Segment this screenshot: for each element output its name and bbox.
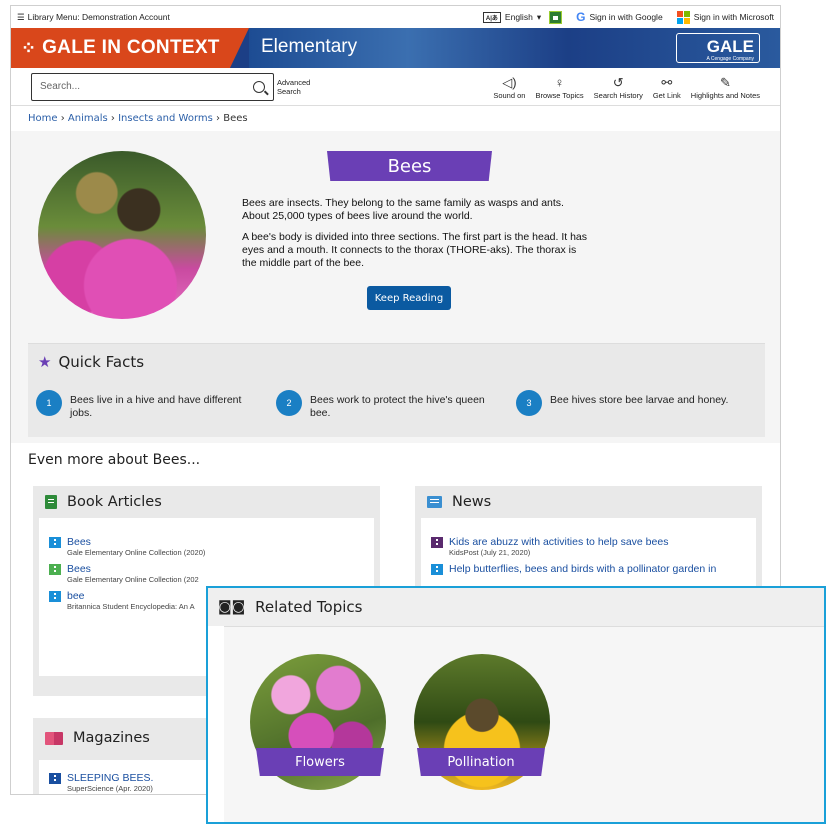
highlights-notes-button[interactable]: ✎ Highlights and Notes [691, 74, 760, 100]
news-heading: News [427, 494, 491, 510]
quick-facts-heading: ★ Quick Facts [38, 353, 145, 371]
binoculars-icon: ◙◙ [218, 599, 246, 615]
related-topics-panel: ◙◙ Related Topics Flowers Pollination [206, 586, 826, 824]
article-link[interactable]: Kids are abuzz with activities to help s… [449, 536, 668, 548]
link-icon: ⚯ [661, 74, 673, 90]
library-menu-label: Library Menu: Demonstration Account [27, 12, 170, 22]
brand-name: GALE IN CONTEXT [42, 37, 220, 58]
article-type-icon [431, 563, 443, 575]
search-icon[interactable] [253, 80, 265, 93]
history-icon: ↺ [612, 74, 624, 90]
fact-number: 3 [516, 390, 542, 416]
google-icon: G [576, 10, 586, 24]
keep-reading-button[interactable]: Keep Reading [367, 286, 451, 310]
microsoft-icon [676, 10, 690, 24]
microsoft-signin-button[interactable]: Sign in with Microsoft [676, 10, 774, 24]
article-type-icon [49, 563, 61, 575]
topic-summary: Bees are insects. They belong to the sam… [242, 197, 587, 278]
book-icon [45, 495, 57, 509]
magazines-heading: Magazines [45, 730, 150, 746]
article-link[interactable]: Bees [67, 536, 91, 548]
lightbulb-icon: ♀ [554, 74, 565, 90]
page-title: Bees [327, 151, 492, 181]
book-articles-heading: Book Articles [45, 494, 162, 510]
list-item: Kids are abuzz with activities to help s… [431, 536, 746, 557]
cengage-tagline: A Cengage Company [706, 56, 754, 62]
get-link-button[interactable]: ⚯ Get Link [653, 74, 681, 100]
quick-fact-1: 1 Bees live in a hive and have different… [36, 390, 261, 420]
language-selector[interactable]: A|あ English ▾ [482, 11, 542, 23]
related-topics-heading: ◙◙ Related Topics [208, 588, 824, 626]
gale-logo-text: GALE [706, 37, 754, 56]
google-signin-button[interactable]: G Sign in with Google [576, 10, 663, 24]
list-item: Bees Gale Elementary Online Collection (… [49, 563, 364, 584]
news-panel: News Kids are abuzz with activities to h… [415, 486, 762, 598]
article-source: Gale Elementary Online Collection (2020) [67, 548, 206, 557]
breadcrumb-home[interactable]: Home [28, 113, 58, 124]
site-banner: ⁘ GALE IN CONTEXT Elementary GALE A Ceng… [11, 28, 780, 68]
breadcrumb: Home › Animals › Insects and Worms › Bee… [28, 113, 248, 124]
sound-on-button[interactable]: ◁) Sound on [493, 74, 525, 100]
star-icon: ★ [38, 353, 52, 371]
translate-icon: A|あ [482, 11, 501, 23]
library-menu[interactable]: ☰ Library Menu: Demonstration Account [17, 12, 170, 23]
gale-cengage-logo[interactable]: GALE A Cengage Company [676, 33, 760, 63]
advanced-search-link[interactable]: Advanced Search [277, 78, 310, 96]
edition-name: Elementary [261, 36, 358, 57]
article-link[interactable]: Help butterflies, bees and birds with a … [449, 563, 716, 575]
speaker-icon: ◁) [502, 74, 517, 90]
article-type-icon [49, 536, 61, 548]
microsoft-signin-label: Sign in with Microsoft [693, 12, 774, 22]
article-type-icon [49, 590, 61, 602]
related-topic-pollination-label[interactable]: Pollination [417, 748, 545, 776]
article-type-icon [431, 536, 443, 548]
browse-topics-button[interactable]: ♀ Browse Topics [535, 74, 583, 100]
google-classroom-icon [549, 10, 563, 24]
hamburger-icon: ☰ [17, 11, 25, 22]
quick-fact-3: 3 Bee hives store bee larvae and honey. [516, 390, 736, 416]
article-link[interactable]: Bees [67, 563, 91, 575]
article-link[interactable]: SLEEPING BEES. [67, 772, 153, 784]
topic-hero: Bees Bees are insects. They belong to th… [11, 131, 780, 443]
article-link[interactable]: bee [67, 590, 85, 602]
bee-on-flower-image [38, 151, 206, 319]
breadcrumb-current: Bees [223, 113, 248, 124]
fact-text: Bee hives store bee larvae and honey. [550, 394, 729, 406]
quick-facts-panel: ★ Quick Facts 1 Bees live in a hive and … [28, 343, 765, 437]
article-source: KidsPost (July 21, 2020) [449, 548, 531, 557]
more-about-heading: Even more about Bees... [28, 452, 201, 468]
magazine-icon [45, 731, 63, 745]
tool-buttons: ◁) Sound on ♀ Browse Topics ↺ Search His… [493, 74, 760, 100]
search-input[interactable]: Search... [31, 72, 274, 101]
list-item: Bees Gale Elementary Online Collection (… [49, 536, 364, 557]
google-signin-label: Sign in with Google [589, 12, 663, 22]
article-source: Gale Elementary Online Collection (202 [67, 575, 199, 584]
fact-number: 1 [36, 390, 62, 416]
search-history-button[interactable]: ↺ Search History [594, 74, 643, 100]
summary-paragraph-2: A bee's body is divided into three secti… [242, 231, 588, 269]
fact-text: Bees work to protect the hive's queen be… [310, 394, 485, 419]
gale-logo-icon: ⁘ [21, 37, 37, 58]
fact-text: Bees live in a hive and have different j… [70, 394, 242, 419]
newspaper-icon [427, 496, 442, 508]
google-classroom-button[interactable] [549, 10, 563, 24]
related-topic-flowers-label[interactable]: Flowers [256, 748, 384, 776]
list-item: Help butterflies, bees and birds with a … [431, 563, 746, 575]
fact-number: 2 [276, 390, 302, 416]
caret-down-icon: ▾ [536, 11, 542, 22]
breadcrumb-insects-and-worms[interactable]: Insects and Worms [118, 113, 213, 124]
search-placeholder: Search... [40, 81, 81, 92]
article-type-icon [49, 772, 61, 784]
summary-paragraph-1: Bees are insects. They belong to the sam… [242, 197, 564, 222]
utility-bar: ☰ Library Menu: Demonstration Account A|… [11, 6, 780, 28]
language-label: English [504, 12, 533, 22]
breadcrumb-animals[interactable]: Animals [68, 113, 108, 124]
quick-fact-2: 2 Bees work to protect the hive's queen … [276, 390, 496, 420]
toolbar: Search... Advanced Search ◁) Sound on ♀ … [11, 68, 780, 106]
pencil-icon: ✎ [719, 74, 731, 90]
brand-logo[interactable]: ⁘ GALE IN CONTEXT [11, 28, 249, 68]
